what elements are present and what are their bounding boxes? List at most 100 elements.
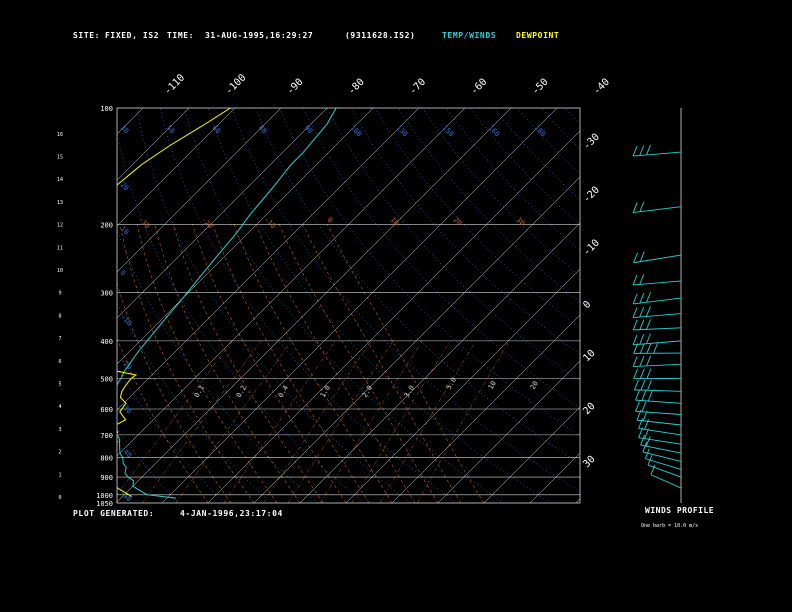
pressure-tick-label: 1000 [96, 492, 113, 500]
wind-barb-flag [646, 144, 651, 156]
wind-barb-flag [647, 380, 652, 391]
winds-profile-note: One barb = 10.0 m/s [641, 523, 699, 529]
pressure-tick-label: 200 [100, 221, 113, 229]
dry-adiabat-label: 90 [303, 124, 315, 136]
height-tick-label: 9 [58, 291, 61, 297]
dry-adiabat-line [0, 108, 38, 503]
top-temperature-label: -100 [224, 72, 249, 97]
dry-adiabat-line [613, 108, 792, 503]
dry-adiabat-line [117, 427, 178, 503]
dry-adiabat-line [326, 108, 580, 382]
top-temperature-label: -70 [408, 77, 429, 98]
right-temperature-label: 20 [581, 401, 597, 417]
wind-barb-flag [639, 356, 645, 367]
pressure-tick-label: 500 [100, 375, 113, 383]
moist-adiabat-label: -20 [200, 216, 215, 231]
moist-adiabat-line [302, 224, 462, 503]
dry-adiabat-line [117, 131, 365, 503]
wind-barb-flag [640, 434, 646, 446]
wind-barb-flag [640, 379, 646, 391]
wind-barb-flag [646, 333, 651, 344]
wind-barb-flag [639, 343, 645, 354]
right-temperature-label: -30 [581, 132, 602, 153]
sounding-lines [117, 108, 337, 499]
wind-barb-flag [646, 292, 651, 303]
top-temperature-label: -90 [285, 77, 306, 98]
dry-adiabat-line [493, 108, 580, 200]
dry-adiabat-label: 130 [395, 124, 410, 139]
isotherm-line [0, 108, 5, 503]
wind-barb-flag [632, 274, 638, 286]
dry-adiabat-line [350, 108, 580, 355]
wind-barb-flag [642, 441, 648, 453]
wind-barb-flag [647, 390, 653, 402]
height-tick-label: 12 [57, 223, 63, 229]
isotherm-line [0, 108, 97, 503]
dry-adiabat-line [684, 108, 792, 503]
dry-adiabat-line [302, 108, 580, 409]
moist-adiabat-line [119, 224, 255, 503]
moist-adiabat-line [255, 224, 416, 503]
dry-adiabat-line [708, 108, 792, 503]
mixing-ratio-label: 2.0 [361, 384, 374, 399]
height-tick-label: 4 [58, 404, 61, 410]
pressure-tick-label: 900 [100, 474, 113, 482]
dry-adiabat-label: 50 [165, 124, 177, 136]
dry-adiabat-label: 100 [349, 124, 364, 139]
wind-barb-flag [639, 145, 645, 156]
moist-adiabat-label: 30 [515, 216, 527, 228]
wind-barb-flag [635, 401, 640, 412]
pressure-tick-label: 100 [100, 105, 113, 113]
wind-barb-flag [639, 306, 645, 318]
wind-barb-flag [638, 418, 644, 429]
top-temperature-label: -110 [162, 72, 187, 97]
dry-adiabat-line [117, 302, 272, 503]
wind-barb-flag [639, 274, 645, 285]
height-tick-label: 8 [58, 313, 61, 319]
wind-barb-flag [635, 389, 640, 401]
plot-generated-label: PLOT GENERATED: [73, 509, 155, 518]
height-tick-label: 6 [58, 359, 61, 365]
wind-barb-flag [638, 427, 644, 438]
height-tick-label: 15 [57, 154, 63, 160]
dry-adiabat-line [0, 108, 84, 503]
mixing-ratio-line [223, 340, 336, 503]
isotherm-line [437, 360, 580, 503]
dewpoint-line [117, 108, 231, 497]
moist-adiabat-line [327, 224, 485, 503]
dry-adiabat-line [231, 108, 580, 493]
top-temperature-label: -80 [346, 77, 367, 98]
dry-adiabat-line [398, 108, 580, 303]
dry-adiabat-line [117, 485, 132, 503]
wind-barb-flag [633, 368, 639, 379]
wind-barb-flag [632, 202, 638, 213]
isotherm-line [117, 108, 236, 227]
height-tick-label: 3 [58, 427, 61, 433]
moist-adiabat-label: 0 [326, 216, 335, 225]
plot-frame [116, 107, 581, 504]
height-tick-label: 11 [57, 245, 63, 251]
wind-barb-flag [646, 368, 652, 379]
wind-barb-flag [633, 252, 639, 263]
height-tick-label: 5 [58, 381, 61, 387]
dry-adiabat-label: 180 [533, 124, 548, 139]
pressure-tick-label: 400 [100, 338, 113, 346]
isotherm-line [575, 498, 580, 503]
wind-barb-flag [639, 292, 645, 304]
moist-adiabat-label: -10 [263, 216, 278, 231]
wind-barb-flag [646, 343, 652, 354]
dry-adiabat-line [421, 108, 580, 277]
dry-adiabat-line [279, 108, 580, 437]
wind-barb-flag [646, 319, 651, 330]
moist-adiabats [117, 224, 485, 503]
pressure-tick-label: 800 [100, 454, 113, 462]
axis-labels: 1002003004005006007008009001000105001234… [57, 72, 612, 508]
wind-barb-flag [639, 368, 645, 379]
mixing-ratio-line [417, 340, 510, 503]
dry-adiabat-label: 30 [119, 124, 131, 136]
top-temperature-label: -50 [530, 77, 551, 98]
height-tick-label: 14 [57, 177, 63, 183]
isotherm-line [483, 406, 580, 503]
isotherm-line [117, 108, 374, 365]
height-tick-label: 10 [57, 268, 63, 274]
